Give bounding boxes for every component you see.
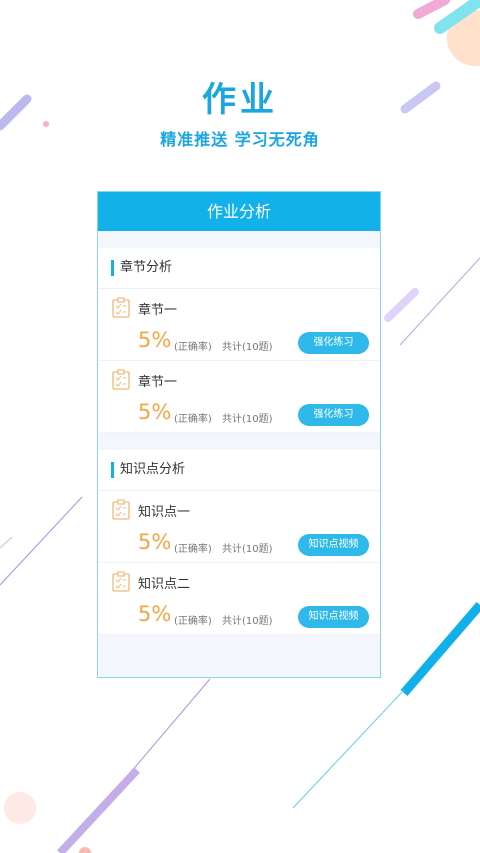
accuracy-label: (正确率)	[174, 544, 212, 555]
page-subtitle: 精准推送 学习无死角	[160, 130, 320, 149]
clipboard-icon	[112, 499, 130, 520]
practice-button[interactable]: 强化练习	[298, 404, 369, 426]
accuracy-percent: 5%	[138, 530, 172, 554]
item-name: 知识点二	[138, 577, 191, 592]
accuracy-percent: 5%	[138, 328, 172, 352]
list-item: 章节一 5% (正确率) 共计(10题) 强化练习	[98, 361, 380, 433]
accuracy-percent: 5%	[138, 400, 172, 424]
question-total: 共计(10题)	[222, 342, 273, 353]
knowledge-point-analysis-section: 知识点分析 知识点一 5% (正确率) 共计(10题) 知识点视频 知识点二 5…	[98, 450, 380, 635]
practice-button[interactable]: 强化练习	[298, 332, 369, 354]
list-item: 知识点一 5% (正确率) 共计(10题) 知识点视频	[98, 491, 380, 563]
question-total: 共计(10题)	[222, 544, 273, 555]
list-item: 知识点二 5% (正确率) 共计(10题) 知识点视频	[98, 563, 380, 635]
clipboard-icon	[112, 571, 130, 592]
accuracy-percent: 5%	[138, 602, 172, 626]
video-button[interactable]: 知识点视频	[298, 606, 369, 628]
section-title: 知识点分析	[98, 450, 380, 491]
item-name: 知识点一	[138, 505, 191, 520]
item-name: 章节一	[138, 303, 178, 318]
section-title: 章节分析	[98, 248, 380, 289]
page-title: 作业	[202, 80, 278, 120]
accuracy-label: (正确率)	[174, 342, 212, 353]
question-total: 共计(10题)	[222, 414, 273, 425]
card-title: 作业分析	[98, 192, 380, 231]
video-button[interactable]: 知识点视频	[298, 534, 369, 556]
list-item: 章节一 5% (正确率) 共计(10题) 强化练习	[98, 289, 380, 361]
clipboard-icon	[112, 369, 130, 390]
clipboard-icon	[112, 297, 130, 318]
question-total: 共计(10题)	[222, 616, 273, 627]
item-name: 章节一	[138, 375, 178, 390]
accuracy-label: (正确率)	[174, 414, 212, 425]
homework-analysis-card: 作业分析 章节分析 章节一 5% (正确率) 共计(10题) 强化练习 章节一 …	[97, 191, 381, 678]
chapter-analysis-section: 章节分析 章节一 5% (正确率) 共计(10题) 强化练习 章节一 5% (正…	[98, 248, 380, 433]
accuracy-label: (正确率)	[174, 616, 212, 627]
